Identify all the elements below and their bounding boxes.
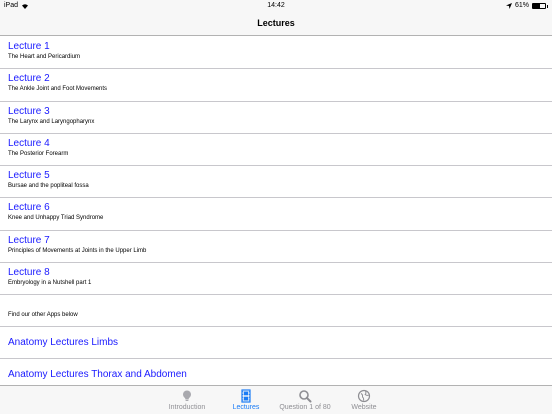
lecture-row-3[interactable]: Lecture 3 The Larynx and Laryngopharynx <box>0 102 552 134</box>
lecture-title: Lecture 2 <box>8 73 50 85</box>
lecture-row-2[interactable]: Lecture 2 The Ankle Joint and Foot Movem… <box>0 69 552 102</box>
lecture-subtitle: Knee and Unhappy Triad Syndrome <box>8 215 104 222</box>
lecture-row-8[interactable]: Lecture 8 Embryology in a Nutshell part … <box>0 263 552 296</box>
status-right: 61% <box>505 0 548 12</box>
lecture-subtitle: Principles of Movements at Joints in the… <box>8 247 147 254</box>
tab-bar: Introduction Lectures Question 1 of 80 W… <box>0 385 552 414</box>
other-app-title: Anatomy Lectures Thorax and Abdomen <box>8 369 187 381</box>
lecture-row-1[interactable]: Lecture 1 The Heart and Pericardium <box>0 37 552 70</box>
lecture-row-5[interactable]: Lecture 5 Bursae and the popliteal fossa <box>0 166 552 199</box>
lecture-subtitle: The Heart and Pericardium <box>8 54 81 60</box>
lecture-title: Lecture 1 <box>8 41 50 52</box>
lecture-title: Lecture 5 <box>8 170 50 182</box>
other-app-title: Anatomy Lectures Limbs <box>8 337 119 349</box>
lecture-list: Lecture 1 The Heart and Pericardium Lect… <box>0 37 552 385</box>
status-bar: iPad 14:42 61% <box>0 0 552 12</box>
lecture-title: Lecture 4 <box>8 137 50 149</box>
status-time: 14:42 <box>267 2 285 9</box>
lecture-subtitle: The Larynx and Laryngopharynx <box>8 118 95 125</box>
tab-website[interactable]: Website <box>329 386 399 414</box>
other-apps-header-row: Find our other Apps below <box>0 295 552 328</box>
page-title: Lectures <box>257 18 295 28</box>
other-apps-header: Find our other Apps below <box>8 312 78 319</box>
lecture-row-7[interactable]: Lecture 7 Principles of Movements at Joi… <box>0 231 552 264</box>
lightbulb-icon <box>183 390 191 401</box>
globe-icon <box>357 389 371 403</box>
navigation-bar: Lectures <box>0 12 552 36</box>
magnifier-icon <box>299 390 312 403</box>
battery-percent: 61% <box>514 2 529 9</box>
lecture-subtitle: The Ankle Joint and Foot Movements <box>8 86 108 93</box>
lecture-subtitle: The Posterior Forearm <box>8 150 69 157</box>
lecture-title: Lecture 7 <box>8 234 50 246</box>
lecture-row-4[interactable]: Lecture 4 The Posterior Forearm <box>0 134 552 167</box>
lecture-title: Lecture 6 <box>8 202 50 214</box>
other-app-row-thorax[interactable]: Anatomy Lectures Thorax and Abdomen <box>0 359 552 385</box>
lecture-subtitle: Bursae and the popliteal fossa <box>8 183 89 190</box>
lecture-row-6[interactable]: Lecture 6 Knee and Unhappy Triad Syndrom… <box>0 198 552 231</box>
battery-tip <box>547 4 548 8</box>
battery-fill <box>533 4 541 8</box>
battery-icon <box>532 3 546 9</box>
lecture-title: Lecture 8 <box>8 267 50 279</box>
lecture-title: Lecture 3 <box>8 105 50 117</box>
tab-label: Website <box>351 404 377 411</box>
other-app-row-limbs[interactable]: Anatomy Lectures Limbs <box>0 327 552 360</box>
location-icon <box>505 3 512 9</box>
film-icon <box>241 389 251 403</box>
lecture-subtitle: Embryology in a Nutshell part 1 <box>8 280 92 287</box>
